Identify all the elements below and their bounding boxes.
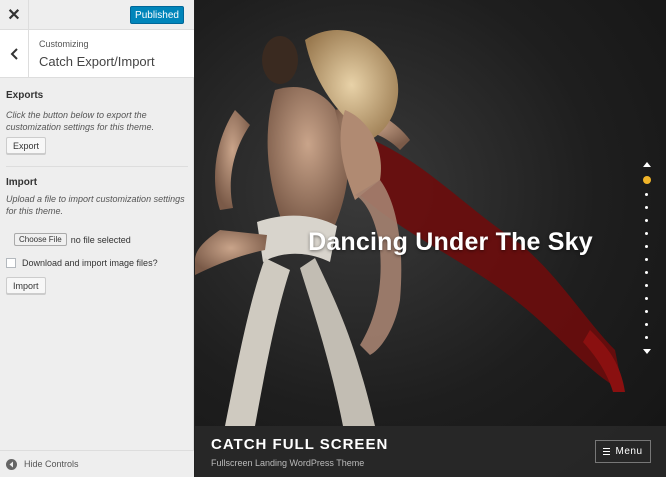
breadcrumb: Customizing [39, 39, 89, 49]
customizer-header: ✕ Published [0, 0, 194, 30]
import-images-checkbox[interactable] [6, 258, 16, 268]
slider-prev-arrow-icon[interactable] [643, 162, 651, 167]
customizer-panel: ✕ Published Customizing Catch Export/Imp… [0, 0, 194, 477]
import-description: Upload a file to import customization se… [6, 194, 185, 216]
choose-file-button[interactable]: Choose File [14, 233, 67, 246]
site-tagline: Fullscreen Landing WordPress Theme [211, 458, 365, 468]
slider-dot[interactable] [645, 193, 648, 196]
import-images-label[interactable]: Download and import image files? [22, 258, 158, 268]
hamburger-icon [603, 447, 611, 456]
slider-dot[interactable] [645, 206, 648, 209]
site-header-bar: CATCH FULL SCREEN Fullscreen Landing Wor… [195, 426, 666, 477]
slider-dot[interactable] [645, 232, 648, 235]
import-button[interactable]: Import [6, 277, 46, 294]
chevron-left-icon [10, 47, 18, 60]
site-preview: Dancing Under The Sky CATCH FULL SCREEN … [195, 0, 666, 477]
hide-controls-button[interactable]: Hide Controls [0, 450, 194, 477]
hero-image [195, 30, 625, 426]
slider-dot[interactable] [645, 297, 648, 300]
import-images-option: Download and import image files? [6, 258, 158, 268]
export-button[interactable]: Export [6, 137, 47, 154]
divider [6, 166, 188, 167]
exports-heading: Exports [6, 90, 44, 101]
slider-dot[interactable] [645, 310, 648, 313]
slider-dot[interactable] [645, 284, 648, 287]
slider-dot[interactable] [645, 323, 648, 326]
close-icon[interactable]: ✕ [0, 0, 29, 30]
slider-dot-active[interactable] [643, 176, 651, 184]
file-status: no file selected [70, 234, 131, 245]
slider-dot[interactable] [645, 258, 648, 261]
section-title: Catch Export/Import [39, 54, 155, 69]
slider-next-arrow-icon[interactable] [643, 349, 651, 354]
menu-label: Menu [615, 446, 643, 457]
slider-dot[interactable] [645, 336, 648, 339]
back-button[interactable] [0, 30, 29, 77]
slider-navigation [641, 160, 653, 360]
menu-button[interactable]: Menu [595, 440, 651, 463]
hide-controls-label: Hide Controls [24, 459, 79, 469]
slider-dot[interactable] [645, 219, 648, 222]
hero-title: Dancing Under The Sky [308, 228, 593, 256]
section-title-bar: Customizing Catch Export/Import [0, 30, 194, 78]
slider-dot[interactable] [645, 245, 648, 248]
file-input: Choose File no file selected [14, 233, 131, 246]
site-title[interactable]: CATCH FULL SCREEN [211, 436, 388, 453]
import-heading: Import [6, 177, 38, 188]
slider-dot[interactable] [645, 271, 648, 274]
publish-button[interactable]: Published [130, 6, 184, 24]
exports-description: Click the button below to export the cus… [6, 110, 155, 132]
collapse-arrow-icon [6, 458, 17, 470]
